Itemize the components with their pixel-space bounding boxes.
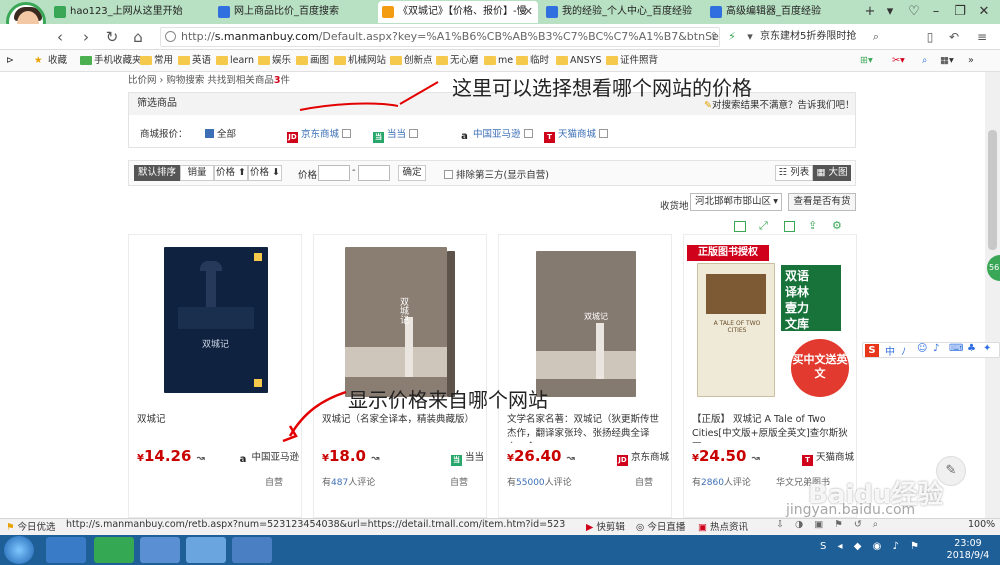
quick-clip[interactable]: ▶ 快剪辑 [586,519,625,533]
clip-icon: ▶ [586,522,597,533]
taskbar-app-files[interactable] [140,537,180,563]
system-tray[interactable]: S ◂ ◆ ◉ ♪ ⚑ [820,541,932,559]
annotation-underline [299,102,399,111]
zoom-level[interactable]: 100% [968,519,995,530]
clock[interactable]: 23:09 2018/9/4 [940,538,996,562]
taskbar-app-media[interactable] [232,537,272,563]
live-icon: ◎ [636,522,648,533]
news-link[interactable]: ▣ 热点资讯 [698,519,748,533]
today-picks[interactable]: ⚑ 今日优选 [6,519,56,533]
annotation-top: 这里可以选择想看哪个网站的价格 [452,76,752,100]
status-tools[interactable]: ⇩ ◑ ▣ ⚑ ↺ ⌕ [776,519,882,530]
annotation-arrow [288,390,347,437]
status-link-url: http://s.manmanbuy.com/retb.aspx?num=523… [66,519,566,530]
taskbar-app-paint[interactable] [186,537,226,563]
live-link[interactable]: ◎ 今日直播 [636,519,685,533]
annotation-pointer [399,81,439,105]
taskbar-app-windows[interactable] [46,537,86,563]
taskbar-app-browser[interactable] [94,537,134,563]
hot-icon: ▣ [698,522,710,533]
start-button[interactable] [4,536,34,564]
annotation-middle: 显示价格来自哪个网站 [348,388,548,412]
star-icon: ⚑ [6,522,18,533]
